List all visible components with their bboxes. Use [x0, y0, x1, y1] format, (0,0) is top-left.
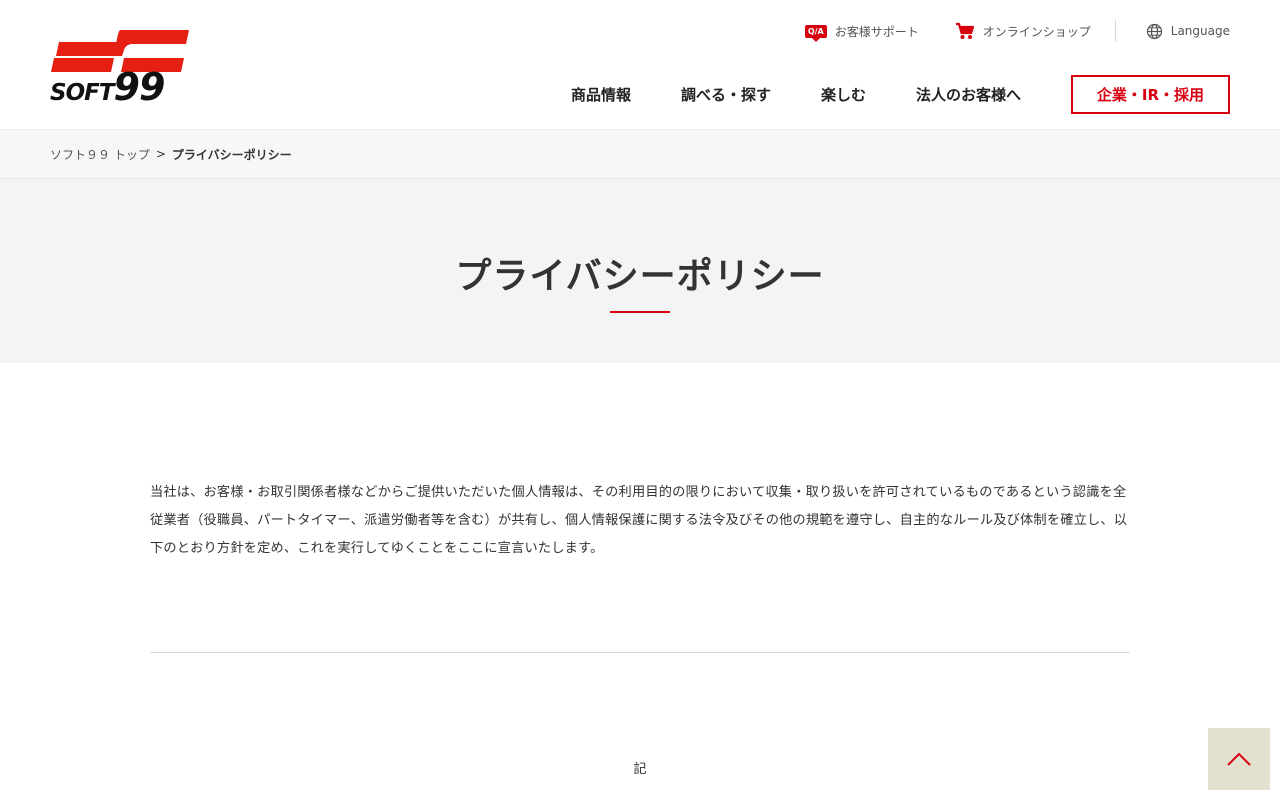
qa-bubble-icon: Q/A — [804, 24, 827, 42]
content-divider — [150, 652, 1130, 653]
language-label: Language — [1170, 24, 1230, 38]
nav-item-products[interactable]: 商品情報 — [571, 84, 631, 105]
nav-item-enjoy[interactable]: 楽しむ — [821, 84, 866, 105]
global-nav: 商品情報 調べる・探す 楽しむ 法人のお客様へ 企業・IR・採用 — [571, 75, 1230, 114]
customer-support-label: お客様サポート — [834, 24, 919, 39]
breadcrumb-home-link[interactable]: ソフト９９ トップ — [50, 146, 150, 163]
nav-item-search[interactable]: 調べる・探す — [681, 84, 771, 105]
ki-heading: 記 — [633, 762, 647, 777]
customer-support-link[interactable]: Q/A お客様サポート — [804, 23, 919, 42]
utility-divider — [1114, 20, 1116, 42]
globe-icon — [1146, 23, 1163, 40]
cart-icon — [955, 22, 975, 40]
breadcrumb-separator: > — [155, 147, 166, 161]
online-shop-link[interactable]: オンラインショップ — [955, 22, 1091, 40]
chevron-up-icon — [1227, 752, 1251, 766]
page-title: プライバシーポリシー — [455, 256, 825, 297]
corporate-ir-recruit-button[interactable]: 企業・IR・採用 — [1071, 75, 1230, 114]
policy-intro-text: 当社は、お客様・お取引関係者様などからご提供いただいた個人情報は、その利用目的の… — [150, 485, 1128, 556]
utility-nav: Q/A お客様サポート オンラインショップ Language — [804, 20, 1230, 42]
page-hero: プライバシーポリシー — [0, 179, 1280, 363]
title-underline — [610, 311, 670, 313]
nav-item-business[interactable]: 法人のお客様へ — [916, 84, 1021, 105]
page-top-button[interactable] — [1208, 728, 1270, 790]
language-link[interactable]: Language — [1146, 23, 1230, 40]
logo-wordmark: SOFT99 — [50, 65, 165, 109]
breadcrumb-current: プライバシーポリシー — [171, 147, 292, 162]
online-shop-label: オンラインショップ — [982, 24, 1091, 39]
breadcrumb: ソフト９９ トップ > プライバシーポリシー — [0, 129, 1280, 179]
soft99-logo[interactable]: SOFT99 — [50, 30, 190, 108]
site-header: SOFT99 Q/A お客様サポート オンラインショップ Language 商品… — [0, 0, 1280, 130]
